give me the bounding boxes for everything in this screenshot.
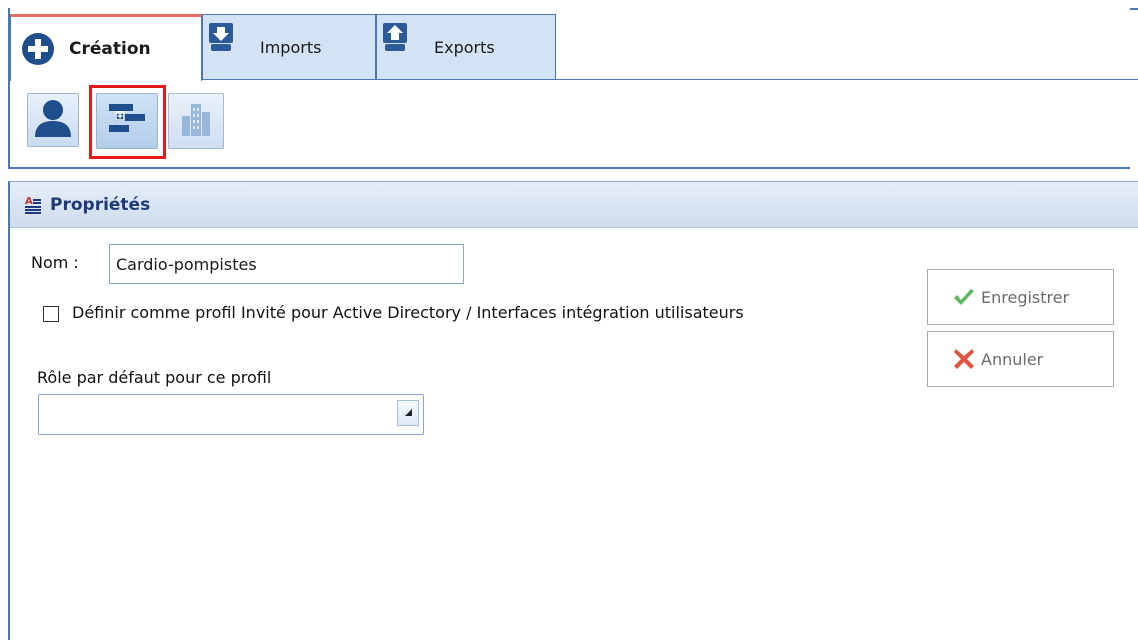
name-input[interactable]: Cardio-pompistes (109, 244, 464, 284)
tab-creation[interactable]: Création (10, 14, 202, 81)
properties-icon: A (24, 195, 42, 215)
cancel-label: Annuler (981, 349, 1044, 369)
default-role-label: Rôle par défaut pour ce profil (37, 368, 272, 387)
save-label: Enregistrer (981, 287, 1070, 307)
import-icon (208, 22, 234, 52)
guest-profile-checkbox[interactable] (43, 306, 59, 322)
checkmark-icon (953, 288, 975, 306)
user-icon (32, 97, 74, 143)
panel-title: Propriétés (50, 194, 151, 215)
building-button[interactable] (168, 93, 224, 149)
svg-text:A: A (25, 196, 33, 207)
name-label: Nom : (31, 253, 79, 272)
tab-label: Exports (434, 38, 495, 57)
add-circle-icon (21, 32, 55, 66)
cancel-button[interactable]: Annuler (927, 331, 1114, 387)
guest-profile-label: Définir comme profil Invité pour Active … (72, 303, 744, 322)
structure-button[interactable] (96, 93, 158, 149)
tab-label: Création (69, 39, 151, 59)
tab-bar: Création Imports Exports (10, 14, 1136, 81)
panel-header: A Propriétés (10, 182, 1138, 228)
user-profile-button[interactable] (27, 93, 79, 147)
structure-icon (107, 102, 147, 140)
cancel-x-icon (953, 348, 975, 370)
tab-label: Imports (260, 38, 322, 57)
tab-exports[interactable]: Exports (376, 14, 556, 80)
save-button[interactable]: Enregistrer (927, 269, 1114, 325)
default-role-select[interactable] (38, 394, 424, 435)
export-icon (382, 22, 408, 52)
dropdown-arrow-icon[interactable] (397, 400, 419, 426)
building-icon (178, 100, 214, 142)
tab-imports[interactable]: Imports (202, 14, 376, 80)
